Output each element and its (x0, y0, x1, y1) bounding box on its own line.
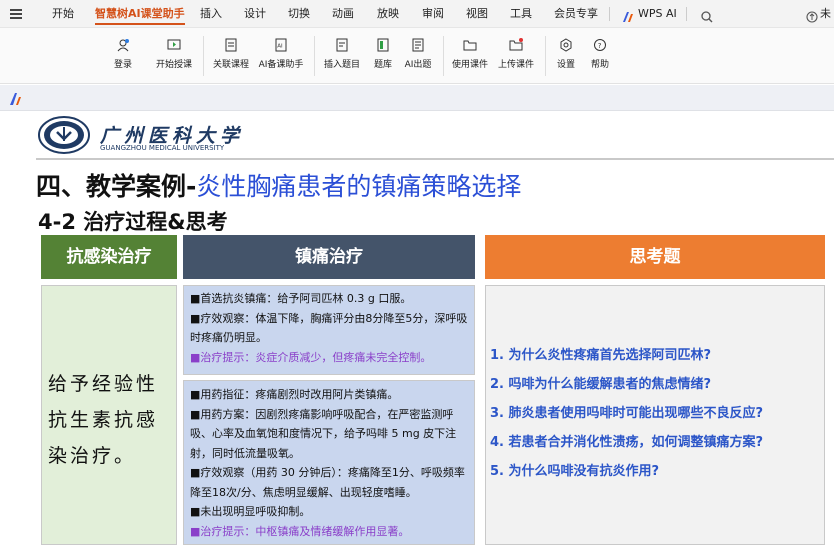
question-bank-label: 题库 (373, 60, 392, 70)
svg-text:AI: AI (277, 44, 283, 50)
slide-subtitle: 4-2 治疗过程&思考 (38, 210, 228, 234)
ai-lesson-prep-button[interactable]: AI AI备课助手 (256, 38, 306, 70)
wps-ai-logo-icon (622, 8, 634, 22)
analgesia-line: ■用药指征：疼痛剧烈时改用阿片类镇痛。 (190, 388, 399, 401)
ai-question-icon (411, 38, 425, 52)
tab-ai-classroom-assistant[interactable]: 智慧树AI课堂助手 (95, 0, 185, 28)
slide-title: 四、教学案例-炎性胸痛患者的镇痛策略选择 (36, 167, 521, 203)
ribbon-divider (443, 36, 444, 76)
ai-generate-question-label: AI出题 (404, 60, 432, 70)
question-doc-icon (335, 38, 349, 52)
use-courseware-label: 使用课件 (451, 60, 488, 70)
folder-icon (463, 38, 477, 52)
settings-label: 设置 (556, 60, 575, 70)
login-label: 登录 (113, 60, 132, 70)
search-icon[interactable] (701, 8, 713, 23)
tab-animation[interactable]: 动画 (332, 0, 354, 28)
question-item: 5. 为什么吗啡没有抗炎作用? (490, 464, 660, 479)
slide-title-topic: 炎性胸痛患者的镇痛策略选择 (196, 172, 522, 201)
analgesia-line: ■首选抗炎镇痛：给予阿司匹林 0.3 g 口服。 (190, 292, 412, 305)
question-item: 4. 若患者合并消化性溃疡，如何调整镇痛方案? (490, 435, 764, 450)
play-screen-icon (167, 38, 181, 52)
anti-infection-body: 给予经验性抗生素抗感染治疗。 (41, 285, 177, 545)
anti-infection-header: 抗感染治疗 (41, 235, 177, 279)
analgesia-line: ■疗效观察：体温下降，胸痛评分由8分降至5分，深呼吸时疼痛仍明显。 (190, 311, 468, 345)
help-icon: ? (593, 38, 607, 52)
ribbon-divider (203, 36, 204, 76)
university-name-en: GUANGZHOU MEDICAL UNIVERSITY (100, 144, 225, 152)
cloud-sync-icon[interactable] (806, 8, 818, 23)
upload-courseware-button[interactable]: 上传课件 (496, 38, 536, 70)
anti-infection-text: 给予经验性抗生素抗感染治疗。 (48, 373, 159, 467)
tab-home[interactable]: 开始 (52, 0, 74, 28)
book-icon (376, 38, 390, 52)
menu-tab-bar: 开始 智慧树AI课堂助手 插入 设计 切换 动画 放映 审阅 视图 工具 会员专… (0, 0, 834, 28)
analgesia-hint: ■治疗提示：中枢镇痛及情绪缓解作用显著。 (190, 524, 410, 538)
menu-icon[interactable] (10, 9, 22, 19)
settings-button[interactable]: 设置 (554, 38, 578, 70)
start-teaching-label: 开始授课 (155, 60, 192, 70)
upload-courseware-label: 上传课件 (497, 60, 534, 70)
tab-divider (686, 7, 687, 21)
document-link-icon (224, 38, 238, 52)
ribbon-divider (314, 36, 315, 76)
ai-document-icon: AI (274, 38, 288, 52)
upload-folder-icon (509, 38, 523, 52)
header-divider (36, 158, 834, 160)
tab-design[interactable]: 设计 (244, 0, 266, 28)
analgesia-box-1: ■首选抗炎镇痛：给予阿司匹林 0.3 g 口服。 ■疗效观察：体温下降，胸痛评分… (183, 285, 475, 375)
tab-divider (609, 7, 610, 21)
analgesia-line: ■未出现明显呼吸抑制。 (190, 505, 311, 518)
user-icon (116, 38, 130, 52)
login-button[interactable]: 登录 (111, 38, 135, 70)
help-label: 帮助 (590, 60, 609, 70)
svg-text:?: ? (598, 42, 602, 50)
tab-tools[interactable]: 工具 (510, 0, 532, 28)
university-logo (38, 116, 90, 154)
link-course-label: 关联课程 (212, 60, 249, 70)
ribbon-toolbar: 登录 开始授课 关联课程 AI AI备课助手 插入题目 题库 AI出题 使用课件… (0, 28, 834, 84)
start-teaching-button[interactable]: 开始授课 (154, 38, 194, 70)
questions-header: 思考题 (485, 235, 825, 279)
question-item: 1. 为什么炎性疼痛首先选择阿司匹林? (490, 348, 712, 363)
analgesia-box-2: ■用药指征：疼痛剧烈时改用阿片类镇痛。 ■用药方案：因剧烈疼痛影响呼吸配合，在严… (183, 380, 475, 545)
slide-canvas[interactable]: 广州医科大学 GUANGZHOU MEDICAL UNIVERSITY 四、教学… (0, 111, 834, 552)
analgesia-header: 镇痛治疗 (183, 235, 475, 279)
tab-wps-ai[interactable]: WPS AI (638, 0, 677, 28)
tab-review[interactable]: 审阅 (422, 0, 444, 28)
use-courseware-button[interactable]: 使用课件 (450, 38, 490, 70)
help-button[interactable]: ? 帮助 (588, 38, 612, 70)
analgesia-hint: ■治疗提示：炎症介质减少，但疼痛未完全控制。 (190, 350, 432, 364)
ai-lesson-prep-label: AI备课助手 (258, 60, 304, 70)
question-bank-button[interactable]: 题库 (371, 38, 395, 70)
tab-view[interactable]: 视图 (466, 0, 488, 28)
cloud-status-label[interactable]: 未 (820, 0, 831, 28)
tab-transition[interactable]: 切换 (288, 0, 310, 28)
assistant-bar (0, 85, 834, 111)
question-item: 3. 肺炎患者使用吗啡时可能出现哪些不良反应? (490, 406, 764, 421)
insert-question-label: 插入题目 (323, 60, 360, 70)
insert-question-button[interactable]: 插入题目 (322, 38, 362, 70)
tab-insert[interactable]: 插入 (200, 0, 222, 28)
ribbon-divider (545, 36, 546, 76)
gear-icon (559, 38, 573, 52)
link-course-button[interactable]: 关联课程 (211, 38, 251, 70)
question-item: 2. 吗啡为什么能缓解患者的焦虑情绪? (490, 377, 712, 392)
tab-member[interactable]: 会员专享 (554, 0, 598, 28)
tab-slideshow[interactable]: 放映 (377, 0, 399, 28)
ai-generate-question-button[interactable]: AI出题 (402, 38, 434, 70)
ai-assistant-logo-icon[interactable] (9, 91, 23, 105)
slide-title-prefix: 四、教学案例- (36, 172, 197, 201)
analgesia-line: ■用药方案：因剧烈疼痛影响呼吸配合，在严密监测呼吸、心率及血氧饱和度情况下，给予… (190, 407, 457, 460)
analgesia-line: ■疗效观察（用药 30 分钟后）：疼痛降至1分、呼吸频率降至18次/分、焦虑明显… (190, 466, 465, 499)
